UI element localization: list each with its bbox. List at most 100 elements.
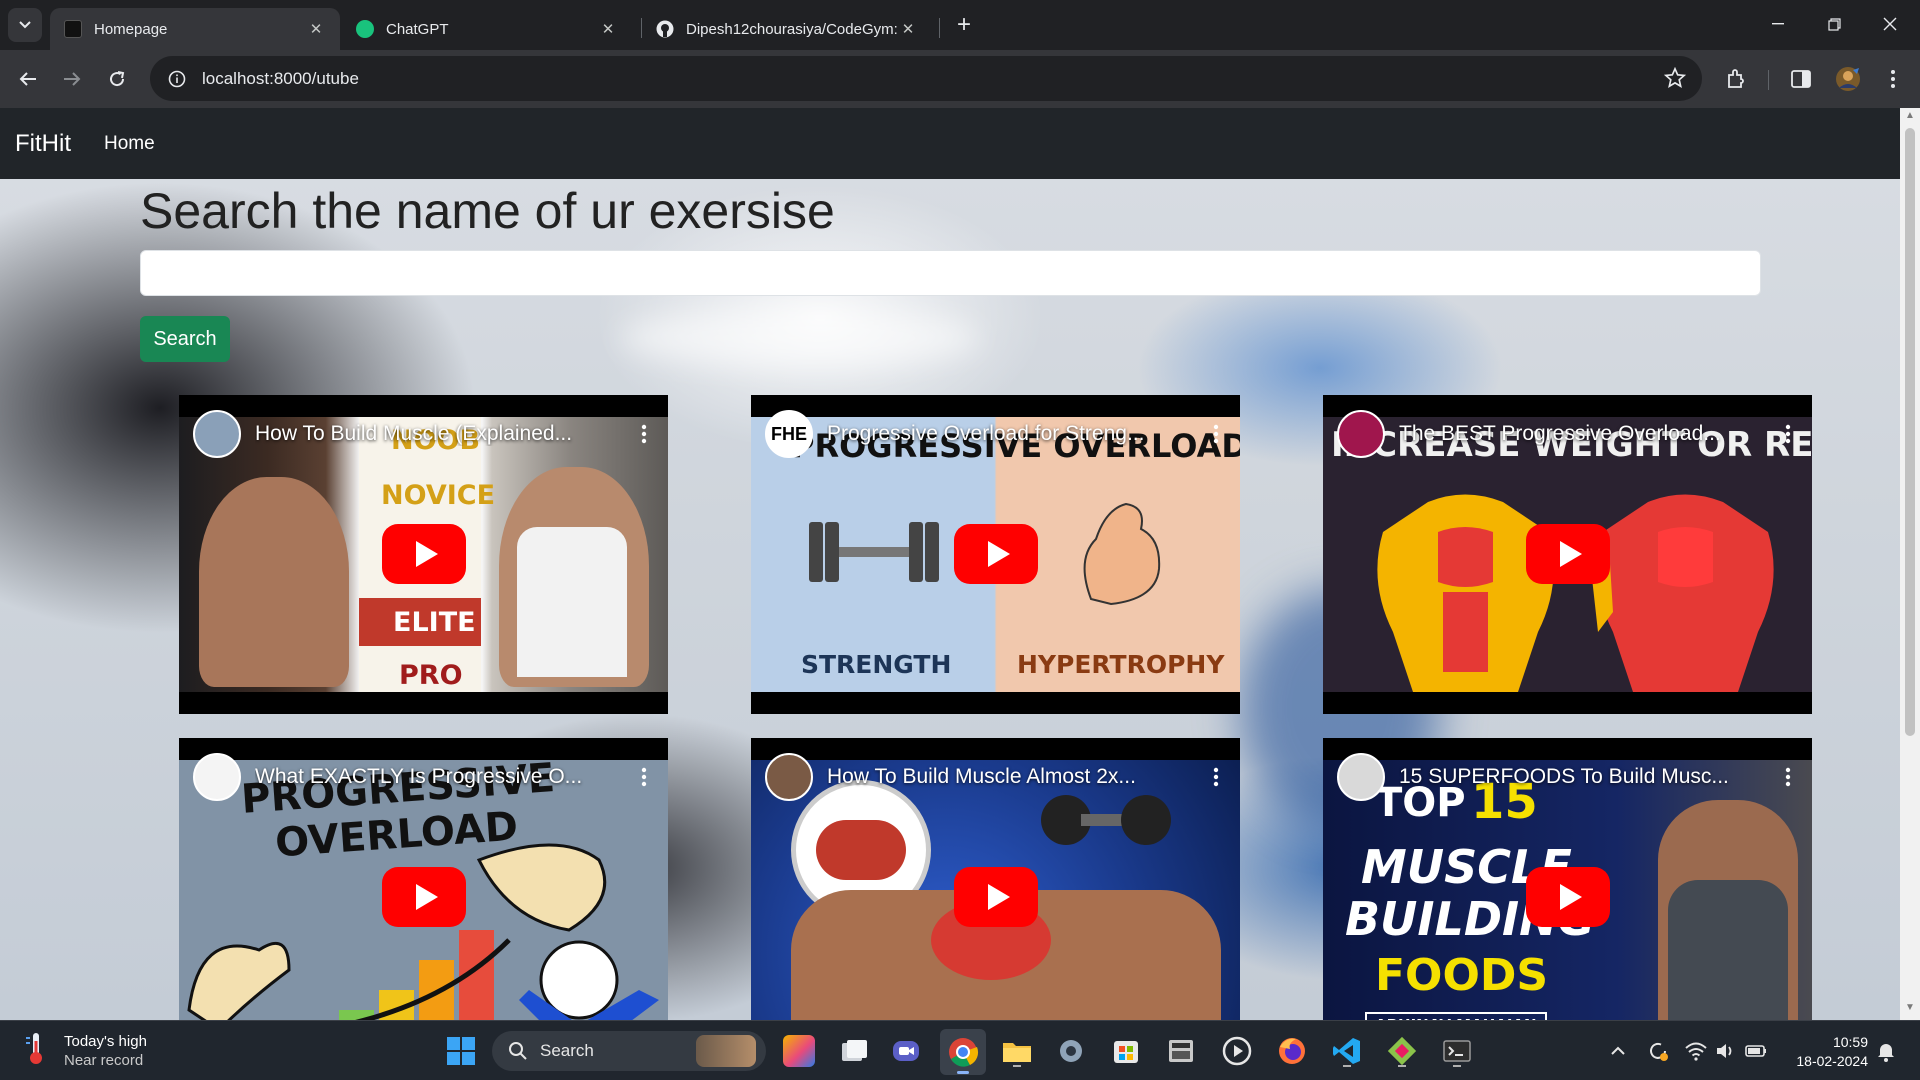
firefox-icon[interactable]: [1276, 1035, 1308, 1067]
thumb-text: ABHINAV MAHAJAN: [1365, 1012, 1547, 1020]
reload-icon[interactable]: [101, 63, 133, 95]
video-header: FHE Progressive Overload for Streng...: [765, 409, 1226, 459]
play-button[interactable]: [382, 524, 466, 584]
more-options-icon[interactable]: [634, 424, 654, 444]
taskbar-search-label: Search: [540, 1041, 594, 1060]
windows-start-icon[interactable]: [445, 1035, 477, 1067]
bookmark-star-icon[interactable]: [1663, 66, 1687, 94]
video-title[interactable]: Progressive Overload for Streng...: [827, 422, 1206, 446]
page-scrollbar[interactable]: ▲ ▼: [1900, 108, 1920, 1020]
store-icon[interactable]: [1110, 1035, 1142, 1067]
side-panel-icon[interactable]: [1785, 63, 1817, 95]
url-text: localhost:8000/utube: [202, 68, 359, 88]
channel-avatar[interactable]: [193, 410, 241, 458]
channel-avatar[interactable]: FHE: [765, 410, 813, 458]
dumbbell-icon: [809, 519, 939, 585]
settings-icon[interactable]: [1055, 1035, 1087, 1067]
channel-avatar[interactable]: [1337, 410, 1385, 458]
channel-avatar[interactable]: [1337, 753, 1385, 801]
exercise-search-input[interactable]: [140, 250, 1761, 296]
sync-icon[interactable]: [1646, 1039, 1670, 1063]
play-button[interactable]: [1526, 524, 1610, 584]
site-info-icon[interactable]: [164, 66, 190, 92]
video-header: 15 SUPERFOODS To Build Musc...: [1337, 752, 1798, 802]
channel-avatar[interactable]: [193, 753, 241, 801]
close-icon[interactable]: ✕: [306, 20, 326, 38]
chatgpt-favicon: [356, 20, 374, 38]
tab-search-icon[interactable]: [8, 8, 42, 42]
extensions-icon[interactable]: [1720, 63, 1752, 95]
homepage-favicon: [64, 20, 82, 38]
video-header: How To Build Muscle (Explained...: [193, 409, 654, 459]
video-title[interactable]: How To Build Muscle Almost 2x...: [827, 765, 1206, 789]
terminal-icon[interactable]: [1441, 1035, 1473, 1067]
play-button[interactable]: [382, 867, 466, 927]
video-header: How To Build Muscle Almost 2x...: [765, 752, 1226, 802]
teams-icon[interactable]: [890, 1035, 922, 1067]
close-icon[interactable]: ✕: [598, 20, 618, 38]
git-icon[interactable]: [1386, 1035, 1418, 1067]
more-options-icon[interactable]: [1206, 424, 1226, 444]
video-title[interactable]: 15 SUPERFOODS To Build Musc...: [1399, 765, 1778, 789]
profile-avatar[interactable]: [1832, 63, 1864, 95]
menu-dots-icon[interactable]: [1877, 63, 1909, 95]
system-clock[interactable]: 10:59 18-02-2024: [1780, 1033, 1868, 1071]
muscle-fibers: [816, 820, 906, 880]
video-embed-2[interactable]: PROGRESSIVE OVERLOAD STRENGTH HYPERTROPH…: [751, 395, 1240, 714]
restore-icon[interactable]: [1806, 0, 1862, 48]
volume-icon[interactable]: [1714, 1039, 1738, 1063]
media-player-icon[interactable]: [1221, 1035, 1253, 1067]
page-title: Search the name of ur exersise: [140, 183, 835, 239]
scrollbar-thumb[interactable]: [1905, 128, 1915, 736]
tab-homepage[interactable]: Homepage ✕: [50, 8, 340, 50]
scroll-up-icon[interactable]: ▲: [1900, 110, 1920, 126]
video-embed-3[interactable]: INCREASE WEIGHT OR REPS? The BEST Progre…: [1323, 395, 1812, 714]
battery-icon[interactable]: [1744, 1039, 1768, 1063]
tab-github[interactable]: Dipesh12chourasiya/CodeGym: ✕: [642, 8, 932, 50]
file-explorer-icon[interactable]: [1001, 1035, 1033, 1067]
play-button[interactable]: [954, 524, 1038, 584]
widgets-icon[interactable]: [783, 1035, 815, 1067]
nav-home-link[interactable]: Home: [104, 133, 155, 155]
vscode-icon[interactable]: [1331, 1035, 1363, 1067]
scroll-down-icon[interactable]: ▼: [1900, 1002, 1920, 1018]
taskbar-search[interactable]: Search: [492, 1031, 766, 1071]
forward-icon[interactable]: [56, 63, 88, 95]
page-viewport: FitHit Home Search the name of ur exersi…: [0, 108, 1900, 1020]
browser-toolbar: localhost:8000/utube: [0, 50, 1920, 108]
channel-avatar[interactable]: [765, 753, 813, 801]
site-navbar: FitHit Home: [0, 108, 1900, 179]
minimize-icon[interactable]: [1750, 0, 1806, 48]
video-embed-4[interactable]: PROGRESSIVE OVERLOAD What EXACTLY Is Pro…: [179, 738, 668, 1020]
video-embed-5[interactable]: How To Build Muscle Almost 2x...: [751, 738, 1240, 1020]
task-view-icon[interactable]: [838, 1035, 870, 1067]
video-title[interactable]: What EXACTLY Is Progressive O...: [255, 765, 634, 789]
chrome-icon[interactable]: [940, 1029, 986, 1075]
video-embed-1[interactable]: NOOB NOVICE ELITE PRO How To Build Muscl…: [179, 395, 668, 714]
more-options-icon[interactable]: [1206, 767, 1226, 787]
weather-subtitle: Near record: [64, 1051, 144, 1069]
video-title[interactable]: How To Build Muscle (Explained...: [255, 422, 634, 446]
video-title[interactable]: The BEST Progressive Overload...: [1399, 422, 1778, 446]
play-button[interactable]: [1526, 867, 1610, 927]
notification-bell-icon[interactable]: [1874, 1039, 1898, 1063]
video-embed-6[interactable]: TOP 15 MUSCLE BUILDING FOODS ABHINAV MAH…: [1323, 738, 1812, 1020]
wifi-icon[interactable]: [1684, 1039, 1708, 1063]
tab-chatgpt[interactable]: ChatGPT ✕: [342, 8, 632, 50]
thermometer-icon: [24, 1031, 48, 1070]
chevron-up-icon[interactable]: [1606, 1039, 1630, 1063]
back-icon[interactable]: [12, 63, 44, 95]
more-options-icon[interactable]: [1778, 424, 1798, 444]
window-close-icon[interactable]: [1862, 0, 1918, 48]
search-button[interactable]: Search: [140, 316, 230, 362]
brand-logo[interactable]: FitHit: [15, 130, 71, 158]
more-options-icon[interactable]: [1778, 767, 1798, 787]
calculator-icon[interactable]: [1165, 1035, 1197, 1067]
play-button[interactable]: [954, 867, 1038, 927]
more-options-icon[interactable]: [634, 767, 654, 787]
new-tab-icon[interactable]: +: [950, 12, 978, 40]
close-icon[interactable]: ✕: [898, 20, 918, 38]
presenter-vest: [1668, 880, 1788, 1020]
address-bar[interactable]: localhost:8000/utube: [150, 56, 1702, 101]
weather-widget[interactable]: Today's high Near record: [24, 1031, 147, 1070]
